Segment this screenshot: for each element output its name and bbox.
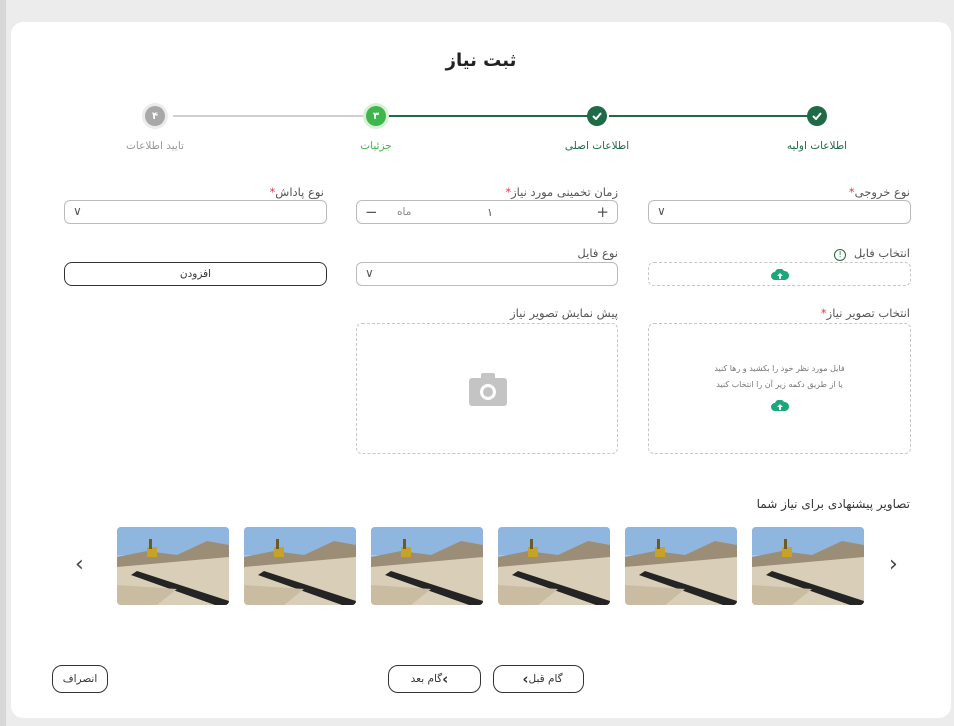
time-value: ۱: [487, 206, 493, 219]
previous-step-button[interactable]: ‹ گام قبل: [493, 665, 584, 693]
chevron-left-icon[interactable]: ‹: [75, 552, 84, 577]
suggested-image[interactable]: [752, 527, 864, 605]
chevron-left-icon: ‹: [442, 670, 449, 688]
chevron-down-icon: ∨: [365, 266, 374, 280]
step-4-label: تایید اطلاعات: [126, 140, 184, 152]
suggested-image[interactable]: [117, 527, 229, 605]
camera-icon: [469, 373, 507, 406]
file-select-label: انتخاب فایل !: [834, 246, 910, 261]
step-3-number: ۳: [372, 110, 380, 122]
dropzone-hint-2: یا از طریق دکمه زیر آن را انتخاب کنید: [716, 380, 843, 389]
previous-step-label: گام قبل: [528, 673, 563, 685]
suggested-image[interactable]: [244, 527, 356, 605]
cancel-button[interactable]: انصراف: [52, 665, 108, 693]
chevron-right-icon[interactable]: ›: [889, 552, 898, 577]
preview-label: پیش نمایش تصویر نیاز: [510, 306, 618, 320]
step-2-check-icon[interactable]: [587, 106, 607, 126]
step-3-label: جزئیات: [360, 140, 392, 152]
page: ثبت نیاز اطلاعات اولیه اطلاعات اصلی ۳ جز…: [0, 0, 954, 726]
file-type-select[interactable]: ∨: [356, 262, 618, 286]
reward-type-label: نوع پاداش*: [269, 185, 324, 199]
step-1-check-icon[interactable]: [807, 106, 827, 126]
reward-type-select[interactable]: ∨: [64, 200, 327, 224]
time-estimate-stepper[interactable]: + ۱ ماه −: [356, 200, 618, 224]
plus-button[interactable]: +: [596, 203, 609, 221]
cloud-upload-icon: [771, 269, 789, 280]
stepper-line-done: [386, 115, 596, 117]
image-dropzone[interactable]: فایل مورد نظر خود را بکشید و رها کنید یا…: [648, 323, 911, 454]
next-step-button[interactable]: گام بعد ‹: [388, 665, 481, 693]
output-type-label: نوع خروجی*: [848, 185, 910, 199]
step-3-circle[interactable]: ۳: [366, 106, 386, 126]
step-4-circle[interactable]: ۴: [145, 106, 165, 126]
time-unit: ماه: [397, 206, 412, 218]
suggested-image[interactable]: [371, 527, 483, 605]
left-strip: [0, 0, 6, 726]
suggested-title: تصاویر پیشنهادی برای نیاز شما: [756, 497, 910, 511]
next-step-label: گام بعد: [410, 673, 443, 685]
step-1-label: اطلاعات اولیه: [786, 140, 848, 152]
file-type-label: نوع فایل: [577, 246, 618, 260]
stepper: اطلاعات اولیه اطلاعات اصلی ۳ جزئیات ۴ تا…: [11, 22, 951, 182]
stepper-line-done: [609, 115, 809, 117]
output-type-select[interactable]: ∨: [648, 200, 911, 224]
image-preview-box: [356, 323, 618, 454]
step-4-number: ۴: [151, 110, 159, 122]
time-estimate-label: زمان تخمینی مورد نیاز*: [505, 185, 618, 199]
suggested-image[interactable]: [625, 527, 737, 605]
stepper-line-pending: [173, 115, 366, 117]
chevron-down-icon: ∨: [657, 204, 666, 218]
info-icon[interactable]: !: [834, 249, 847, 261]
file-upload-area[interactable]: [648, 262, 911, 286]
add-button[interactable]: افزودن: [64, 262, 327, 286]
form-card: ثبت نیاز اطلاعات اولیه اطلاعات اصلی ۳ جز…: [11, 22, 951, 718]
suggested-image[interactable]: [498, 527, 610, 605]
dropzone-hint-1: فایل مورد نظر خود را بکشید و رها کنید: [714, 364, 845, 373]
chevron-down-icon: ∨: [73, 204, 82, 218]
minus-button[interactable]: −: [365, 203, 378, 221]
image-select-label: انتخاب تصویر نیاز*: [820, 306, 910, 320]
cloud-upload-icon[interactable]: [771, 400, 789, 412]
step-2-label: اطلاعات اصلی: [564, 140, 630, 152]
